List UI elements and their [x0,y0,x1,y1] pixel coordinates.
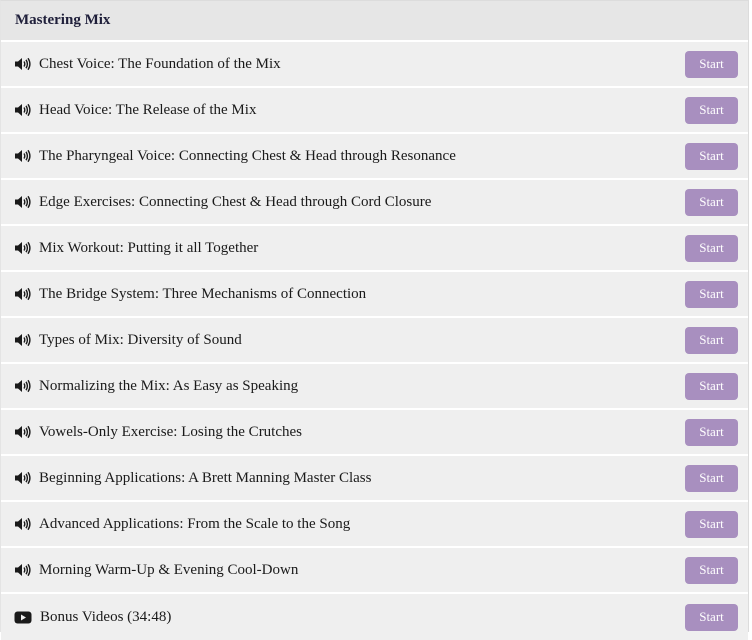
start-button[interactable]: Start [685,142,738,170]
speaker-icon [14,241,31,255]
start-button[interactable]: Start [685,418,738,446]
speaker-icon [14,287,31,301]
section-header: Mastering Mix [1,1,748,42]
lesson-title: Head Voice: The Release of the Mix [39,101,257,118]
lesson-row: Beginning Applications: A Brett Manning … [1,456,748,502]
lesson-row: Advanced Applications: From the Scale to… [1,502,748,548]
start-button[interactable]: Start [685,510,738,538]
speaker-icon [14,333,31,347]
speaker-icon [14,57,31,71]
video-play-icon [14,610,32,624]
lesson-title: Chest Voice: The Foundation of the Mix [39,55,281,72]
lesson-title: Bonus Videos (34:48) [40,608,172,625]
start-button[interactable]: Start [685,188,738,216]
start-button[interactable]: Start [685,280,738,308]
speaker-icon [14,149,31,163]
lesson-row: Bonus Videos (34:48) Start [1,594,748,640]
lesson-row: Morning Warm-Up & Evening Cool-Down Star… [1,548,748,594]
lesson-row: Normalizing the Mix: As Easy as Speaking… [1,364,748,410]
lesson-row: Edge Exercises: Connecting Chest & Head … [1,180,748,226]
lesson-row: Vowels-Only Exercise: Losing the Crutche… [1,410,748,456]
speaker-icon [14,195,31,209]
lesson-row: Head Voice: The Release of the Mix Start [1,88,748,134]
lesson-title: Mix Workout: Putting it all Together [39,239,259,256]
start-button[interactable]: Start [685,96,738,124]
speaker-icon [14,379,31,393]
start-button[interactable]: Start [685,234,738,262]
speaker-icon [14,471,31,485]
start-button[interactable]: Start [685,326,738,354]
lesson-title: Beginning Applications: A Brett Manning … [39,469,372,486]
start-button[interactable]: Start [685,603,738,631]
lesson-row: The Bridge System: Three Mechanisms of C… [1,272,748,318]
lesson-title: The Pharyngeal Voice: Connecting Chest &… [39,147,456,164]
lesson-row: Mix Workout: Putting it all Together Sta… [1,226,748,272]
speaker-icon [14,517,31,531]
lesson-title: The Bridge System: Three Mechanisms of C… [39,285,367,302]
start-button[interactable]: Start [685,556,738,584]
lesson-title: Vowels-Only Exercise: Losing the Crutche… [39,423,303,440]
lesson-list-panel: Mastering Mix Chest Voice: The Foundatio… [0,0,749,640]
lesson-row: Types of Mix: Diversity of Sound Start [1,318,748,364]
lesson-title: Edge Exercises: Connecting Chest & Head … [39,193,432,210]
lesson-row: The Pharyngeal Voice: Connecting Chest &… [1,134,748,180]
lesson-row: Chest Voice: The Foundation of the Mix S… [1,42,748,88]
lesson-title: Advanced Applications: From the Scale to… [39,515,351,532]
lesson-title: Normalizing the Mix: As Easy as Speaking [39,377,299,394]
speaker-icon [14,563,31,577]
start-button[interactable]: Start [685,372,738,400]
lesson-list: Chest Voice: The Foundation of the Mix S… [1,42,748,640]
start-button[interactable]: Start [685,464,738,492]
speaker-icon [14,425,31,439]
speaker-icon [14,103,31,117]
section-title: Mastering Mix [15,12,111,28]
lesson-title: Types of Mix: Diversity of Sound [39,331,242,348]
start-button[interactable]: Start [685,50,738,78]
lesson-title: Morning Warm-Up & Evening Cool-Down [39,561,299,578]
